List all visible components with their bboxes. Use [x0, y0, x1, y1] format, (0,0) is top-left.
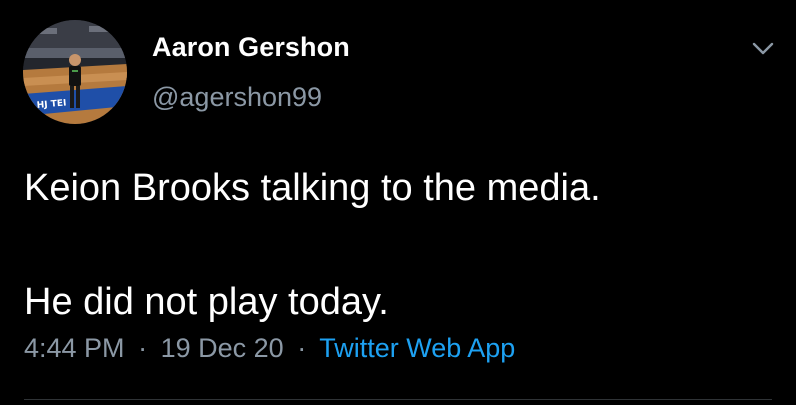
- tweet-source-link[interactable]: Twitter Web App: [319, 333, 515, 363]
- tweet-meta: 4:44 PM · 19 Dec 20 · Twitter Web App: [24, 333, 515, 364]
- meta-separator: ·: [297, 333, 307, 363]
- tweet-time[interactable]: 4:44 PM: [24, 333, 125, 363]
- divider: [24, 399, 772, 400]
- meta-separator: ·: [138, 333, 148, 363]
- tweet-card: HJ TEI Aaron Gershon @agershon99 Keion B…: [0, 0, 796, 405]
- tweet-date[interactable]: 19 Dec 20: [161, 333, 284, 363]
- tweet-text: Keion Brooks talking to the media. He di…: [24, 167, 601, 323]
- more-options-button[interactable]: [746, 34, 780, 64]
- chevron-down-icon: [752, 42, 774, 55]
- author-handle[interactable]: @agershon99: [152, 82, 322, 113]
- author-avatar[interactable]: HJ TEI: [23, 20, 127, 124]
- author-display-name[interactable]: Aaron Gershon: [152, 32, 350, 63]
- avatar-photo-icon: HJ TEI: [23, 20, 127, 124]
